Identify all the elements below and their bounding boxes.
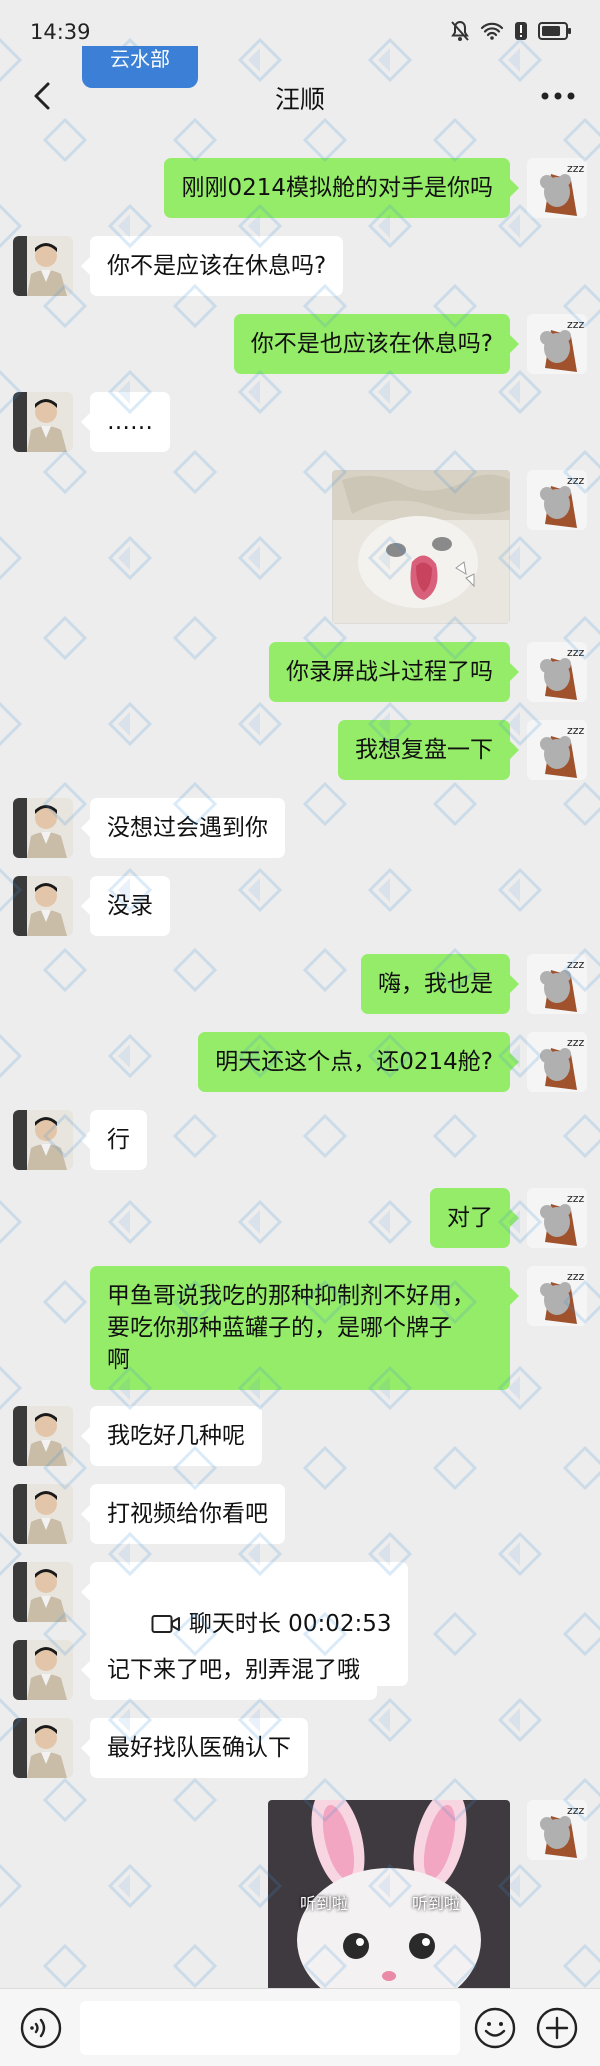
my-avatar[interactable]: zzz (527, 642, 587, 702)
svg-text:zzz: zzz (567, 1192, 585, 1205)
my-avatar[interactable]: zzz (527, 314, 587, 374)
more-dots-icon (541, 92, 575, 100)
my-avatar[interactable]: zzz (527, 1032, 587, 1092)
contact-avatar[interactable] (13, 1484, 73, 1544)
contact-avatar[interactable] (13, 1640, 73, 1700)
message-bubble[interactable]: 对了 (430, 1188, 519, 1248)
message-bubble[interactable]: 你录屏战斗过程了吗 (269, 642, 519, 702)
message-bubble[interactable]: 记下来了吧，别弄混了哦 (81, 1640, 377, 1700)
my-avatar[interactable]: zzz (527, 158, 587, 218)
emoji-icon (474, 2007, 516, 2049)
status-icons (450, 20, 572, 42)
voice-icon (20, 2007, 62, 2049)
message-bubble[interactable]: 最好找队医确认下 (81, 1718, 308, 1778)
svg-text:zzz: zzz (567, 318, 585, 331)
svg-text:zzz: zzz (567, 1036, 585, 1049)
message-bubble[interactable]: 明天还这个点，还0214舱? (198, 1032, 519, 1092)
battery-icon (538, 22, 571, 40)
message-bubble[interactable]: 打视频给你看吧 (81, 1484, 285, 1544)
more-button[interactable] (536, 76, 580, 116)
message-bubble[interactable]: 没想过会遇到你 (81, 798, 285, 858)
message-bubble[interactable]: 行 (81, 1110, 147, 1170)
contact-avatar[interactable] (13, 1406, 73, 1466)
contact-avatar[interactable] (13, 798, 73, 858)
message-bubble[interactable]: 你不是应该在休息吗? (80, 236, 344, 296)
voice-button[interactable] (20, 2007, 62, 2049)
call-duration-label: 聊天时长 00:02:53 (188, 1611, 392, 1637)
bunny-cat-sticker[interactable]: 听到啦 听到啦 (268, 1800, 510, 1988)
my-avatar[interactable]: zzz (527, 1188, 587, 1248)
message-bubble[interactable]: 嗨，我也是 (361, 954, 519, 1014)
message-list[interactable]: 刚刚0214模拟舱的对手是你吗 zzz 你不是应该在休息吗? 你不是也应该在休息… (0, 128, 600, 1988)
wifi-icon (480, 22, 504, 40)
contact-avatar[interactable] (13, 1110, 73, 1170)
plus-icon (536, 2007, 578, 2049)
plus-button[interactable] (536, 2007, 578, 2049)
mute-bell-icon (451, 20, 469, 41)
emoji-button[interactable] (474, 2007, 516, 2049)
my-avatar[interactable]: zzz (527, 1800, 587, 1860)
message-bubble[interactable]: 你不是也应该在休息吗? (233, 314, 520, 374)
contact-avatar[interactable] (13, 876, 73, 936)
sticker-caption: 听到啦 (300, 1894, 349, 1913)
sticker-caption: 听到啦 (412, 1894, 461, 1913)
svg-text:zzz: zzz (567, 474, 585, 487)
status-time: 14:39 (30, 20, 91, 44)
contact-avatar[interactable] (13, 236, 73, 296)
message-bubble[interactable]: 甲鱼哥说我吃的那种抑制剂不好用， 要吃你那种蓝罐子的，是哪个牌子 啊 (90, 1266, 519, 1390)
video-call-icon (151, 1615, 180, 1633)
my-avatar[interactable]: zzz (527, 470, 587, 530)
message-bubble[interactable]: …… (81, 392, 170, 452)
message-bubble[interactable]: 刚刚0214模拟舱的对手是你吗 (164, 158, 519, 218)
message-bubble[interactable]: 我吃好几种呢 (81, 1406, 262, 1466)
contact-avatar[interactable] (13, 1562, 73, 1622)
svg-text:zzz: zzz (567, 646, 585, 659)
message-bubble[interactable]: 我想复盘一下 (338, 720, 519, 780)
contact-avatar[interactable] (13, 1718, 73, 1778)
svg-text:zzz: zzz (567, 1804, 585, 1817)
svg-text:zzz: zzz (567, 162, 585, 175)
message-bubble[interactable]: 没录 (81, 876, 170, 936)
cat-sticker[interactable] (332, 470, 510, 624)
my-avatar[interactable]: zzz (527, 954, 587, 1014)
alert-icon (515, 22, 527, 40)
my-avatar[interactable]: zzz (527, 720, 587, 780)
contact-avatar[interactable] (13, 392, 73, 452)
floating-tag[interactable]: 云水部 (82, 46, 198, 88)
input-bar (0, 1988, 600, 2066)
svg-text:zzz: zzz (567, 958, 585, 971)
svg-text:zzz: zzz (567, 724, 585, 737)
svg-text:zzz: zzz (567, 1270, 585, 1283)
message-input[interactable] (80, 2001, 460, 2055)
my-avatar[interactable]: zzz (527, 1266, 587, 1326)
